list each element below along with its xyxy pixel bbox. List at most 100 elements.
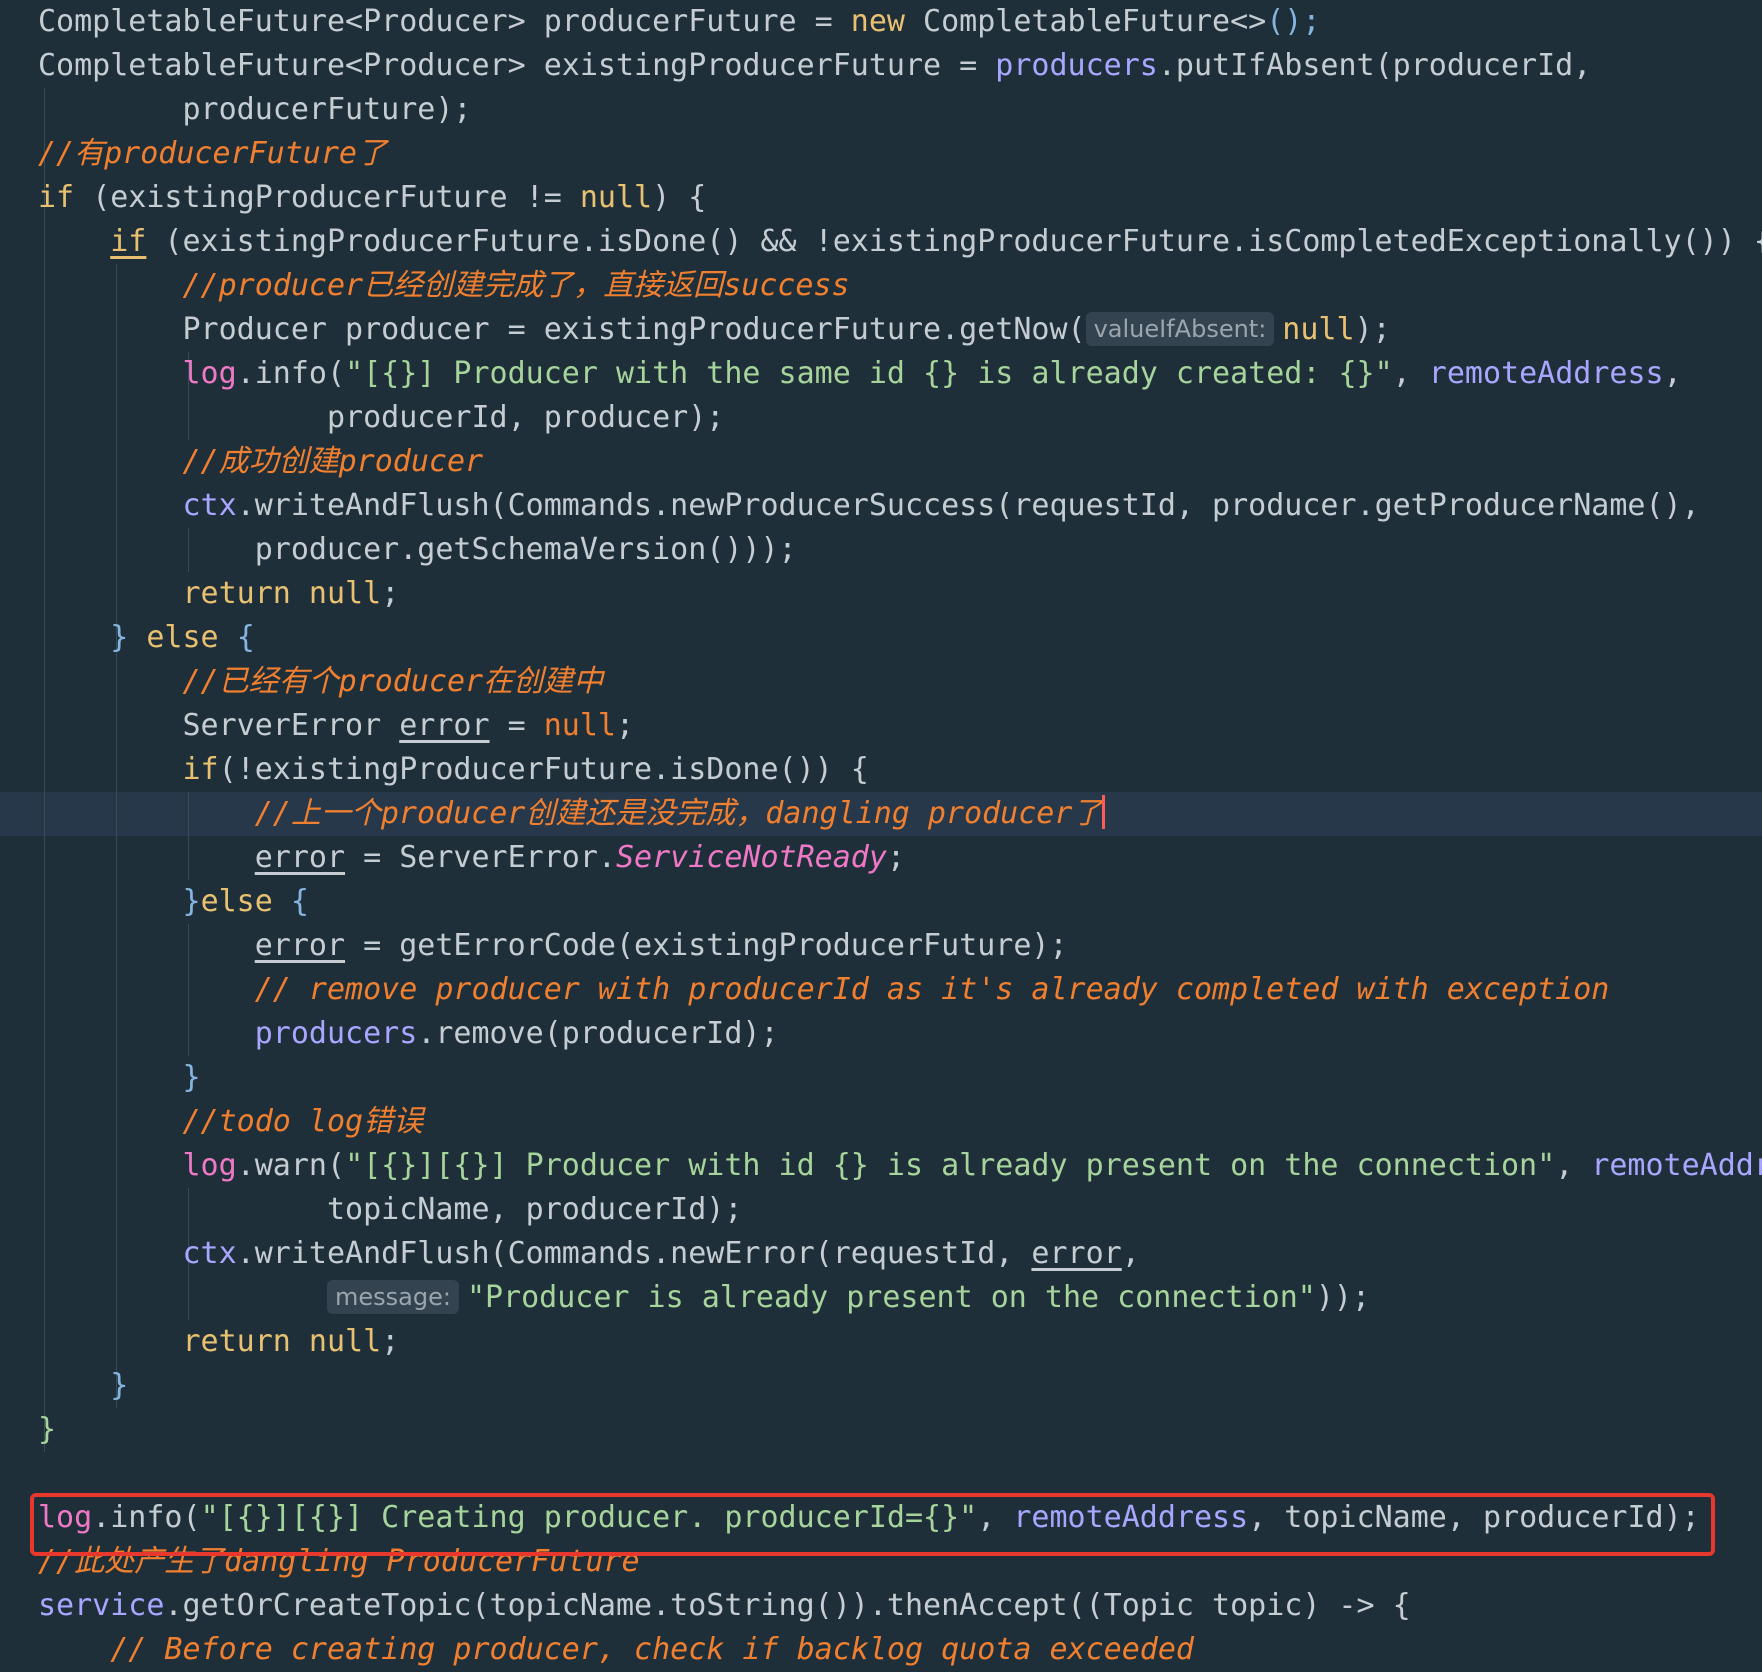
- code-line[interactable]: producerFuture);: [38, 88, 471, 132]
- code-token: if: [182, 752, 219, 787]
- code-line[interactable]: }: [38, 1056, 200, 1100]
- code-line[interactable]: topicName, producerId);: [38, 1188, 742, 1232]
- code-line[interactable]: ServerError error = null;: [38, 704, 634, 748]
- code-line[interactable]: if(!existingProducerFuture.isDone()) {: [38, 748, 869, 792]
- code-line[interactable]: return null;: [38, 572, 400, 616]
- code-token: (!existingProducerFuture.isDone()) {: [218, 752, 869, 787]
- code-token: ServerError: [38, 708, 400, 743]
- code-token: if: [110, 224, 147, 259]
- code-token: CompletableFuture<Producer> producerFutu…: [38, 4, 851, 39]
- code-token: ();: [1266, 4, 1321, 39]
- code-line[interactable]: Producer producer = existingProducerFutu…: [38, 308, 1391, 352]
- code-token: .remove(producerId);: [417, 1016, 779, 1051]
- code-line[interactable]: CompletableFuture<Producer> producerFutu…: [38, 0, 1320, 44]
- code-token: "Producer is already present on the conn…: [466, 1280, 1316, 1315]
- code-token: //成功创建producer: [38, 444, 484, 479]
- code-token: error: [254, 840, 346, 875]
- code-token: null: [579, 180, 653, 215]
- code-line[interactable]: log.warn("[{}][{}] Producer with id {} i…: [38, 1144, 1762, 1188]
- code-line[interactable]: ctx.writeAndFlush(Commands.newError(requ…: [38, 1232, 1140, 1276]
- code-token: producerFuture);: [38, 92, 472, 127]
- code-token: }: [38, 1412, 57, 1447]
- code-token: //producer已经创建完成了，直接返回success: [38, 268, 850, 303]
- code-line[interactable]: //已经有个producer在创建中: [38, 660, 603, 704]
- code-line[interactable]: CompletableFuture<Producer> existingProd…: [38, 44, 1591, 88]
- code-token: // remove producer with producerId as it…: [38, 972, 1610, 1007]
- code-token: (existingProducerFuture.isDone() && !exi…: [146, 224, 1762, 259]
- code-token: =: [489, 708, 544, 743]
- code-token: ServiceNotReady: [616, 840, 887, 875]
- code-line[interactable]: //todo log错误: [38, 1100, 423, 1144]
- parameter-hint: valueIfAbsent:: [1085, 312, 1275, 346]
- code-token: .getOrCreateTopic(topicName.toString()).…: [164, 1588, 1411, 1623]
- code-line[interactable]: //上一个producer创建还是没完成，dangling producer了: [38, 792, 1106, 836]
- code-line[interactable]: // remove producer with producerId as it…: [38, 968, 1610, 1012]
- code-token: service: [38, 1588, 165, 1623]
- code-token: .warn(: [236, 1148, 346, 1183]
- code-line[interactable]: //有producerFuture了: [38, 132, 387, 176]
- code-token: .writeAndFlush(Commands.newProducerSucce…: [236, 488, 1700, 523]
- code-token: CompletableFuture<Producer> existingProd…: [38, 48, 996, 83]
- code-line[interactable]: if (existingProducerFuture.isDone() && !…: [38, 220, 1762, 264]
- code-token: .info(: [236, 356, 346, 391]
- code-line[interactable]: error = getErrorCode(existingProducerFut…: [38, 924, 1068, 968]
- code-token: // Before creating producer, check if ba…: [38, 1632, 1194, 1667]
- code-line[interactable]: service.getOrCreateTopic(topicName.toStr…: [38, 1584, 1411, 1628]
- code-token: //有producerFuture了: [38, 136, 387, 171]
- text-caret: [1102, 795, 1106, 829]
- code-token: return null: [182, 1324, 382, 1359]
- code-token: ;: [381, 576, 400, 611]
- code-token: return null: [182, 576, 382, 611]
- code-line[interactable]: if (existingProducerFuture != null) {: [38, 176, 706, 220]
- code-line[interactable]: }: [38, 1408, 56, 1452]
- code-line[interactable]: // Before creating producer, check if ba…: [38, 1628, 1194, 1672]
- code-token: //上一个producer创建还是没完成，dangling producer了: [38, 796, 1103, 831]
- code-line[interactable]: producer.getSchemaVersion()));: [38, 528, 797, 572]
- code-token: ) {: [652, 180, 707, 215]
- code-token: ,: [1121, 1236, 1140, 1271]
- parameter-hint: message:: [326, 1280, 459, 1314]
- code-token: else: [200, 884, 291, 919]
- code-token: ,: [1663, 356, 1682, 391]
- code-token: ctx: [182, 1236, 237, 1271]
- code-token: {: [290, 884, 309, 919]
- code-token: ,: [1555, 1148, 1592, 1183]
- code-token: ));: [1315, 1280, 1371, 1315]
- code-line[interactable]: ctx.writeAndFlush(Commands.newProducerSu…: [38, 484, 1700, 528]
- code-token: "[{}][{}] Producer with id {} is already…: [345, 1148, 1556, 1183]
- code-token: ctx: [182, 488, 237, 523]
- code-line[interactable]: message: "Producer is already present on …: [38, 1276, 1370, 1320]
- code-line[interactable]: log.info("[{}] Producer with the same id…: [38, 352, 1682, 396]
- code-token: {: [236, 620, 255, 655]
- code-line[interactable]: }: [38, 1364, 128, 1408]
- code-token: remoteAddress: [1428, 356, 1664, 391]
- code-token: producers: [254, 1016, 418, 1051]
- code-token: );: [1354, 312, 1391, 347]
- code-token: ;: [381, 1324, 400, 1359]
- code-token: = getErrorCode(existingProducerFuture);: [345, 928, 1068, 963]
- code-token: ;: [615, 708, 635, 743]
- code-token: .putIfAbsent(producerId,: [1157, 48, 1592, 83]
- code-token: }: [38, 884, 201, 919]
- code-line[interactable]: return null;: [38, 1320, 400, 1364]
- code-editor[interactable]: CompletableFuture<Producer> producerFutu…: [0, 0, 1762, 1667]
- code-line[interactable]: error = ServerError.ServiceNotReady;: [38, 836, 905, 880]
- code-line[interactable]: } else {: [38, 616, 255, 660]
- code-token: }: [38, 1368, 129, 1403]
- code-line[interactable]: //producer已经创建完成了，直接返回success: [38, 264, 850, 308]
- code-token: (existingProducerFuture !=: [92, 180, 580, 215]
- code-line[interactable]: producerId, producer);: [38, 396, 724, 440]
- code-token: log: [182, 1148, 237, 1183]
- code-line[interactable]: producers.remove(producerId);: [38, 1012, 779, 1056]
- code-token: }: [38, 620, 147, 655]
- code-line[interactable]: }else {: [38, 880, 309, 924]
- code-token: new: [850, 4, 924, 39]
- code-line[interactable]: //成功创建producer: [38, 440, 483, 484]
